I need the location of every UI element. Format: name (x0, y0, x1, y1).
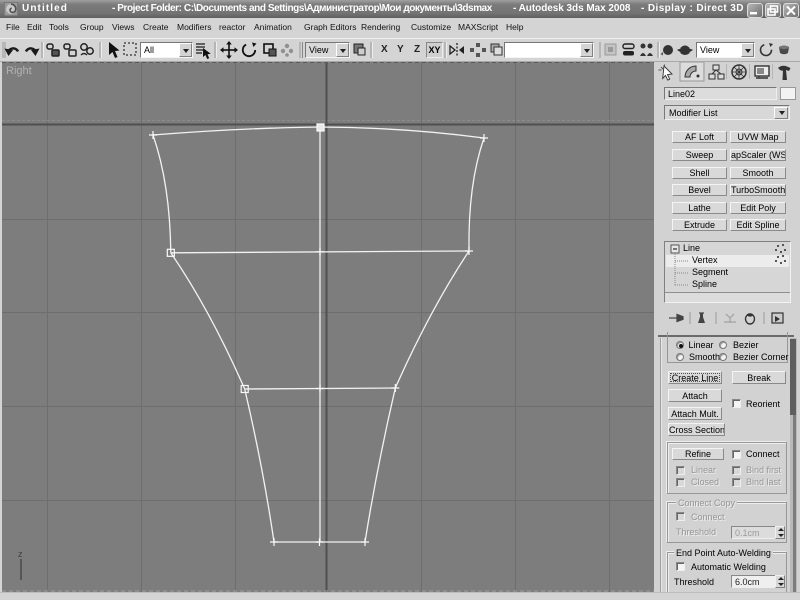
svg-text:z: z (18, 549, 23, 559)
svg-text:Right: Right (6, 65, 32, 77)
